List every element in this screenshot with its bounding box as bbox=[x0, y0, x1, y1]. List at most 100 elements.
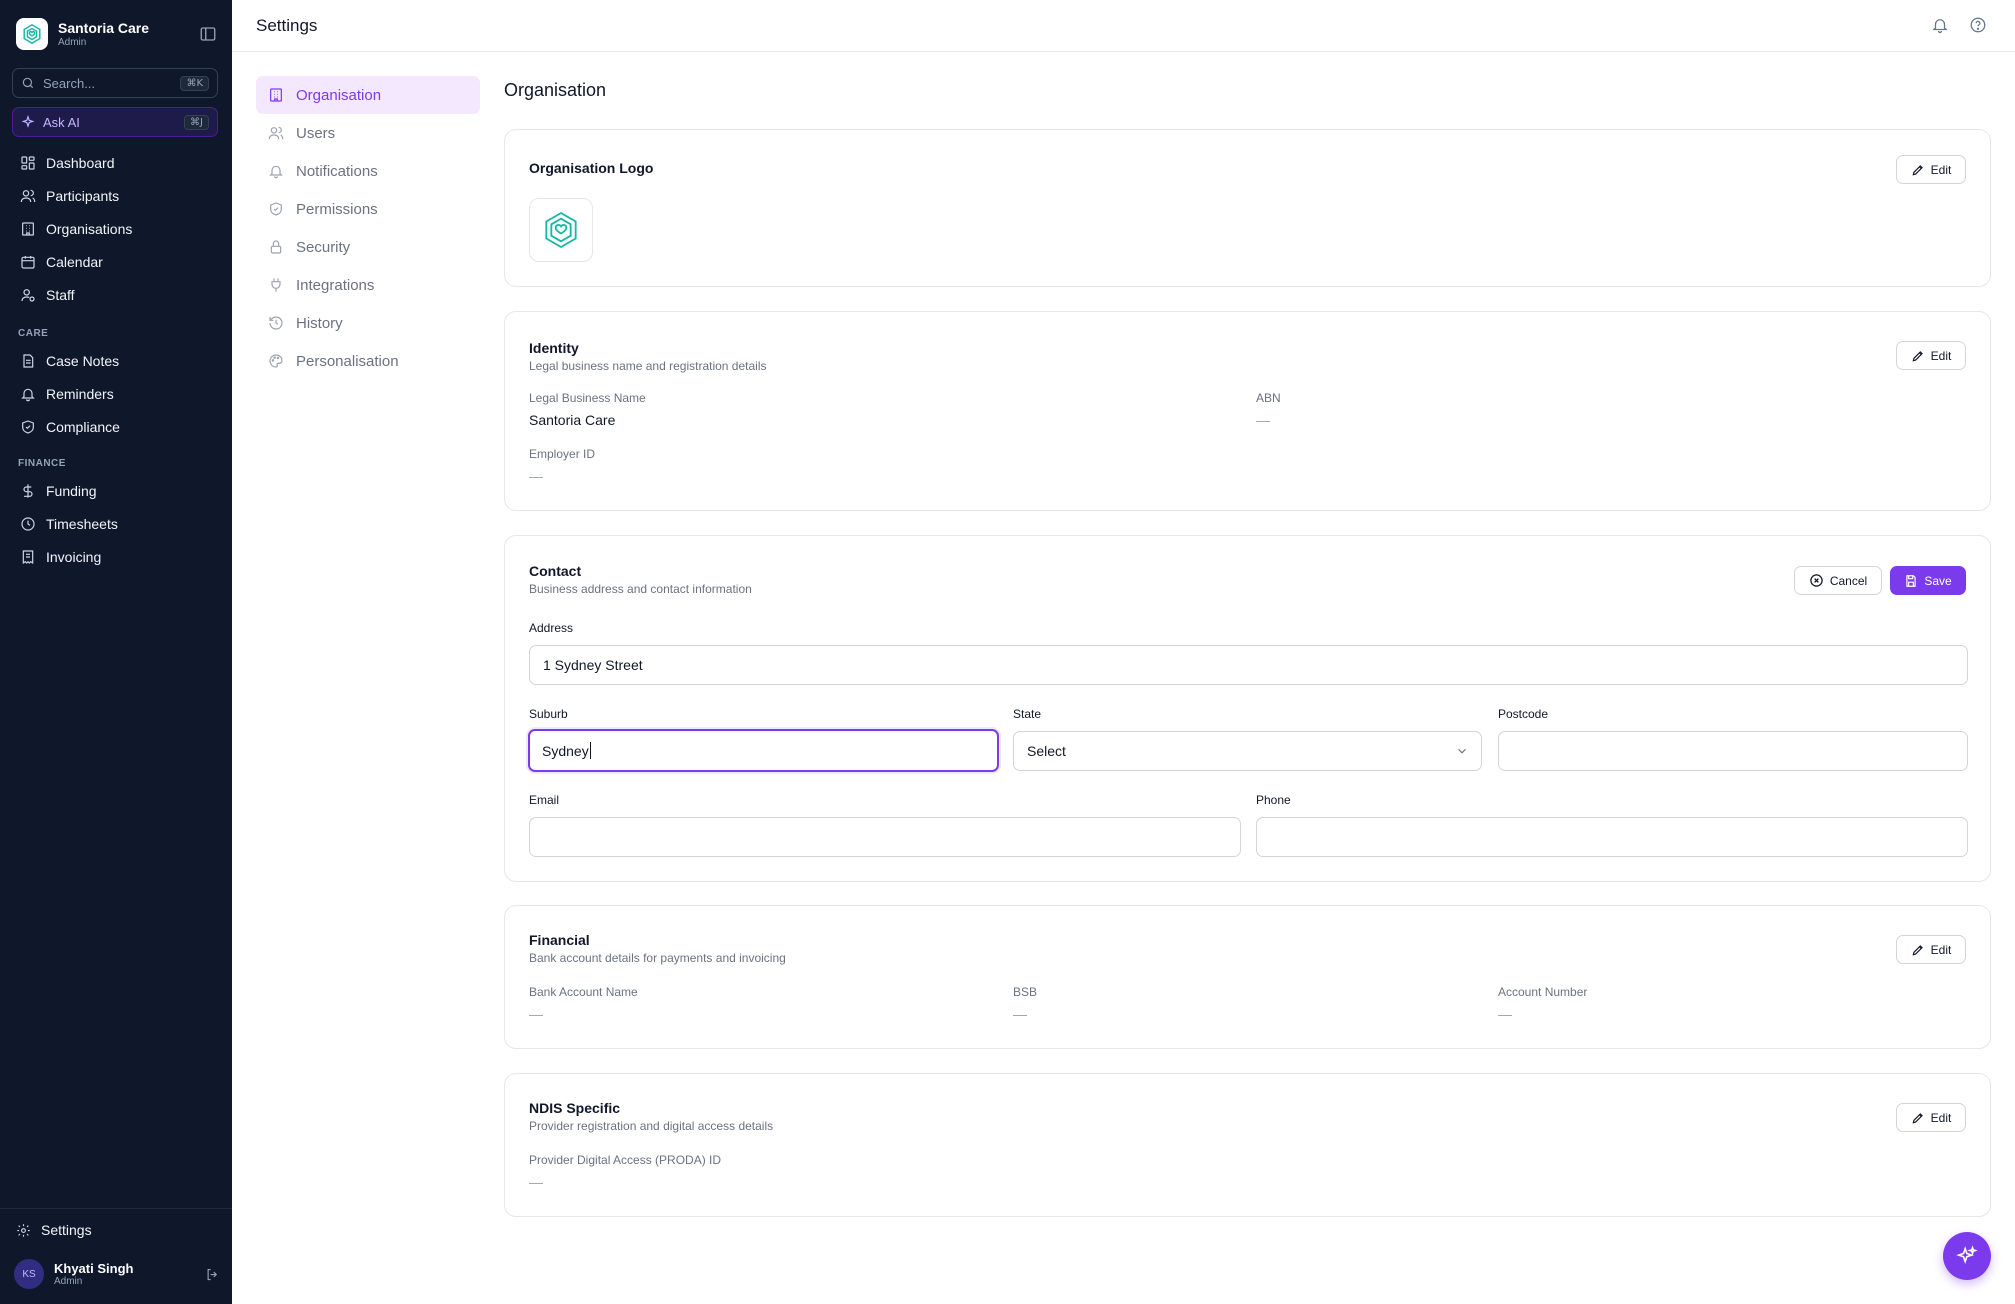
staff-icon bbox=[20, 287, 36, 303]
sidebar-item-reminders[interactable]: Reminders bbox=[8, 377, 224, 410]
care-nav: Case Notes Reminders Compliance bbox=[8, 344, 224, 443]
save-button[interactable]: Save bbox=[1890, 566, 1966, 595]
sidebar-item-label: Reminders bbox=[46, 385, 114, 402]
sidebar-item-funding[interactable]: Funding bbox=[8, 474, 224, 507]
edit-label: Edit bbox=[1930, 348, 1952, 363]
address-value: 1 Sydney Street bbox=[543, 657, 643, 673]
address-label: Address bbox=[529, 621, 574, 635]
sidebar-item-calendar[interactable]: Calendar bbox=[8, 245, 224, 278]
pencil-icon bbox=[1911, 349, 1925, 363]
app-logo bbox=[16, 18, 48, 50]
cancel-circle-icon bbox=[1809, 573, 1824, 588]
user-profile[interactable]: KS Khyati Singh Admin bbox=[14, 1259, 220, 1289]
chevron-down-icon bbox=[1455, 744, 1469, 758]
brand[interactable]: Santoria Care Admin bbox=[16, 18, 149, 50]
suburb-label: Suburb bbox=[529, 707, 568, 721]
suburb-value: Sydney bbox=[542, 742, 589, 759]
ai-assistant-button[interactable] bbox=[1943, 1232, 1991, 1280]
address-input[interactable]: 1 Sydney Street bbox=[529, 645, 1968, 685]
subnav-notifications[interactable]: Notifications bbox=[256, 152, 480, 190]
sidebar-item-label: Funding bbox=[46, 482, 97, 499]
subnav-personalisation[interactable]: Personalisation bbox=[256, 342, 480, 380]
subnav-label: History bbox=[296, 314, 343, 332]
suburb-input[interactable]: Sydney bbox=[528, 729, 999, 772]
subnav-label: Security bbox=[296, 238, 351, 256]
edit-ndis-button[interactable]: Edit bbox=[1896, 1103, 1966, 1132]
bsb-value: — bbox=[1013, 1006, 1027, 1022]
financial-card: Financial Bank account details for payme… bbox=[504, 905, 1991, 1049]
edit-label: Edit bbox=[1930, 1110, 1952, 1125]
building-icon bbox=[268, 87, 284, 103]
topbar: Settings bbox=[232, 0, 2015, 52]
subnav-permissions[interactable]: Permissions bbox=[256, 190, 480, 228]
finance-section-title: FINANCE bbox=[18, 458, 66, 469]
bank-name-label: Bank Account Name bbox=[529, 985, 638, 999]
cancel-label: Cancel bbox=[1829, 573, 1868, 588]
employer-id-value: — bbox=[529, 468, 543, 484]
edit-identity-button[interactable]: Edit bbox=[1896, 341, 1966, 370]
abn-value: — bbox=[1256, 412, 1270, 428]
sidebar-item-participants[interactable]: Participants bbox=[8, 179, 224, 212]
state-select[interactable]: Select bbox=[1013, 731, 1482, 771]
subnav-security[interactable]: Security bbox=[256, 228, 480, 266]
sparkle-icon bbox=[21, 115, 35, 129]
organisation-logo-card: Organisation Logo Edit bbox=[504, 129, 1991, 287]
user-role: Admin bbox=[54, 1275, 83, 1287]
phone-input[interactable] bbox=[1256, 817, 1968, 857]
avatar: KS bbox=[14, 1259, 44, 1289]
text-caret bbox=[589, 742, 591, 759]
app-role: Admin bbox=[58, 36, 87, 48]
card-title: Contact bbox=[529, 563, 582, 579]
sidebar-item-staff[interactable]: Staff bbox=[8, 278, 224, 311]
sidebar-item-label: Calendar bbox=[46, 253, 103, 270]
subnav-organisation[interactable]: Organisation bbox=[256, 76, 480, 114]
email-label: Email bbox=[529, 793, 560, 807]
search-placeholder: Search... bbox=[43, 75, 96, 91]
ask-ai-button[interactable]: Ask AI ⌘J bbox=[12, 107, 218, 137]
gear-icon bbox=[16, 1223, 31, 1238]
subnav-history[interactable]: History bbox=[256, 304, 480, 342]
cancel-button[interactable]: Cancel bbox=[1794, 566, 1882, 595]
pencil-icon bbox=[1911, 1111, 1925, 1125]
sidebar-item-compliance[interactable]: Compliance bbox=[8, 410, 224, 443]
care-section-title: CARE bbox=[18, 328, 49, 339]
user-name: Khyati Singh bbox=[54, 1260, 134, 1276]
dollar-icon bbox=[20, 483, 36, 499]
subnav-users[interactable]: Users bbox=[256, 114, 480, 152]
edit-logo-button[interactable]: Edit bbox=[1896, 155, 1966, 184]
sidebar-toggle-icon[interactable] bbox=[199, 25, 217, 43]
sidebar-item-label: Timesheets bbox=[46, 515, 118, 532]
logout-icon[interactable] bbox=[205, 1267, 220, 1282]
employer-id-label: Employer ID bbox=[529, 447, 596, 461]
receipt-icon bbox=[20, 549, 36, 565]
sidebar-item-label: Organisations bbox=[46, 220, 133, 237]
sidebar-item-timesheets[interactable]: Timesheets bbox=[8, 507, 224, 540]
sidebar-search[interactable]: Search... ⌘K bbox=[12, 68, 218, 98]
subnav-integrations[interactable]: Integrations bbox=[256, 266, 480, 304]
search-shortcut: ⌘K bbox=[180, 75, 209, 91]
bell-icon bbox=[268, 163, 284, 179]
notification-bell-icon[interactable] bbox=[1931, 16, 1949, 34]
sidebar-item-dashboard[interactable]: Dashboard bbox=[8, 146, 224, 179]
sidebar-item-organisations[interactable]: Organisations bbox=[8, 212, 224, 245]
postcode-input[interactable] bbox=[1498, 731, 1968, 771]
sidebar-item-invoicing[interactable]: Invoicing bbox=[8, 540, 224, 573]
email-input[interactable] bbox=[529, 817, 1241, 857]
save-icon bbox=[1904, 574, 1918, 588]
subnav-label: Notifications bbox=[296, 162, 378, 180]
section-title: Organisation bbox=[504, 80, 607, 100]
contact-card: Contact Business address and contact inf… bbox=[504, 535, 1991, 882]
pencil-icon bbox=[1911, 163, 1925, 177]
ask-ai-shortcut: ⌘J bbox=[184, 114, 209, 130]
sidebar-item-settings[interactable]: Settings bbox=[16, 1222, 92, 1238]
finance-nav: Funding Timesheets Invoicing bbox=[8, 474, 224, 573]
edit-financial-button[interactable]: Edit bbox=[1896, 935, 1966, 964]
subnav-label: Permissions bbox=[296, 200, 378, 218]
subnav-label: Integrations bbox=[296, 276, 375, 294]
ndis-card: NDIS Specific Provider registration and … bbox=[504, 1073, 1991, 1217]
sidebar-item-case-notes[interactable]: Case Notes bbox=[8, 344, 224, 377]
app-name: Santoria Care bbox=[58, 19, 150, 36]
account-number-value: — bbox=[1498, 1006, 1512, 1022]
sidebar-item-label: Invoicing bbox=[46, 548, 102, 565]
help-icon[interactable] bbox=[1969, 16, 1987, 34]
